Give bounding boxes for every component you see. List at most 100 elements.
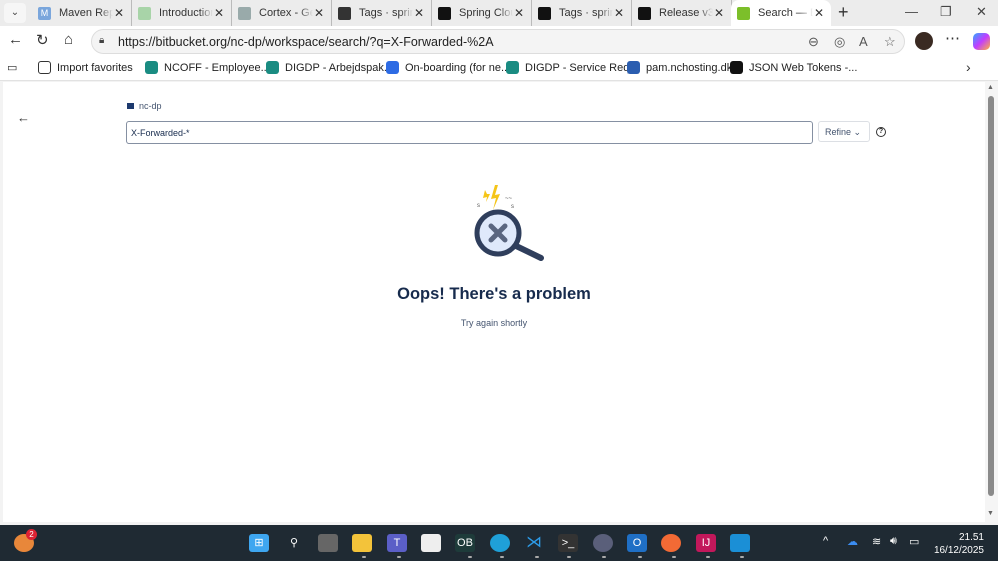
profile-avatar[interactable] xyxy=(915,32,933,50)
page-content: ← nc-dp X-Forwarded-* Refine ⌄ ? s ~~ s … xyxy=(3,82,985,522)
battery-icon[interactable]: ▭ xyxy=(909,535,919,548)
tab-title: Cortex - General xyxy=(259,7,313,19)
browser-tab[interactable]: Introduction ✕ xyxy=(132,0,232,26)
lock-icon[interactable]: 🔒︎ xyxy=(99,35,104,46)
favorite-label: DIGDP - Arbejdspak... xyxy=(285,61,394,74)
tab-favicon-icon xyxy=(238,6,251,20)
remote-desktop-icon[interactable] xyxy=(730,534,750,552)
time: 21.51 xyxy=(958,532,984,543)
outlook-icon[interactable]: O xyxy=(627,534,647,552)
favorite-icon xyxy=(266,61,279,74)
close-tab-icon[interactable]: ✕ xyxy=(213,6,225,20)
favorite-item[interactable]: DIGDP - Arbejdspak... xyxy=(266,61,393,74)
task-view-icon[interactable] xyxy=(318,534,338,552)
read-aloud-icon[interactable]: A xyxy=(859,34,868,49)
date: 16/12/2025 xyxy=(933,545,984,556)
tab-actions-menu[interactable]: ⌄ xyxy=(4,3,26,23)
minimize-button[interactable]: — xyxy=(905,4,918,19)
more-menu-icon[interactable]: ⋯ xyxy=(945,29,960,47)
favorite-item[interactable]: NCOFF - Employee... xyxy=(145,61,270,74)
tab-active[interactable]: Search — Bitbucket✕ xyxy=(731,0,831,26)
url-text[interactable]: https://bitbucket.org/nc-dp/workspace/se… xyxy=(118,35,494,49)
browser-tab[interactable]: Tags · spring✕ xyxy=(532,0,632,26)
running-indicator xyxy=(706,556,710,558)
clock[interactable]: 21.51 16/12/2025 xyxy=(934,531,984,557)
search-input[interactable]: X-Forwarded-* xyxy=(126,121,813,144)
edge-icon[interactable] xyxy=(490,534,510,552)
home-icon[interactable]: ⌂ xyxy=(64,31,73,48)
close-tab-icon[interactable]: ✕ xyxy=(813,6,825,20)
favorite-item[interactable]: Import favorites xyxy=(38,61,133,74)
running-indicator xyxy=(362,556,366,558)
running-indicator xyxy=(468,556,472,558)
restore-button[interactable]: ❐ xyxy=(940,4,952,20)
favorite-star-icon[interactable]: ☆ xyxy=(884,34,896,50)
browser-tab[interactable]: Release v3.5✕ xyxy=(632,0,732,26)
postman-icon[interactable] xyxy=(661,534,681,552)
favorite-label: On-boarding (for ne... xyxy=(405,61,511,74)
close-tab-icon[interactable]: ✕ xyxy=(713,6,725,20)
wifi-icon[interactable]: ≋ xyxy=(872,535,881,548)
search-icon[interactable]: ⚲ xyxy=(284,534,304,552)
onedrive-icon[interactable]: ☁ xyxy=(847,535,858,548)
copilot-icon[interactable] xyxy=(973,33,990,50)
more-favorites-chevron-icon[interactable]: › xyxy=(966,59,971,75)
favorite-icon xyxy=(38,61,51,74)
close-window-button[interactable]: ✕ xyxy=(976,4,987,20)
svg-text:~~: ~~ xyxy=(505,196,513,202)
favorite-item[interactable]: On-boarding (for ne... xyxy=(386,61,510,74)
browser-tab[interactable]: M Maven Repository✕ xyxy=(32,0,132,26)
vscode-icon[interactable]: ⋊ xyxy=(524,534,544,552)
scrollbar-thumb[interactable] xyxy=(988,96,994,496)
file-explorer-icon[interactable] xyxy=(352,534,372,552)
error-title: Oops! There's a problem xyxy=(397,285,591,303)
scroll-down-icon[interactable]: ▼ xyxy=(987,510,994,517)
help-icon[interactable]: ? xyxy=(876,127,886,137)
favorite-item[interactable]: DIGDP - Service Req... xyxy=(506,61,639,74)
close-tab-icon[interactable]: ✕ xyxy=(413,6,425,20)
browser-tab[interactable]: Cortex - General✕ xyxy=(232,0,332,26)
scroll-up-icon[interactable]: ▲ xyxy=(987,84,994,91)
back-arrow-icon[interactable]: ← xyxy=(17,110,30,125)
zoom-icon[interactable]: ⊖ xyxy=(808,34,819,50)
close-tab-icon[interactable]: ✕ xyxy=(313,6,325,20)
weather-badge: 2 xyxy=(26,529,37,540)
favorite-icon xyxy=(145,61,158,74)
back-icon[interactable]: ← xyxy=(8,31,23,48)
error-subtitle: Try again shortly xyxy=(460,318,528,328)
refine-button[interactable]: Refine ⌄ xyxy=(818,121,870,142)
browser-tab[interactable]: Spring Cloud✕ xyxy=(432,0,532,26)
show-hidden-icons-chevron[interactable]: ^ xyxy=(823,535,828,547)
search-error-illustration: s ~~ s xyxy=(474,185,544,261)
ob-app-icon[interactable]: OB xyxy=(455,534,475,552)
tab-title: Tags · spring xyxy=(559,7,613,19)
running-indicator xyxy=(740,556,744,558)
running-indicator xyxy=(602,556,606,558)
keepass-icon[interactable] xyxy=(593,534,613,552)
tab-bar: ⌄ MMaven Repository✕Introduction✕Cortex … xyxy=(0,0,998,26)
tracking-prevention-icon[interactable]: ◎ xyxy=(834,34,845,50)
snipping-tool-icon[interactable] xyxy=(421,534,441,552)
start-icon[interactable]: ⊞ xyxy=(249,534,269,552)
intellij-icon[interactable]: IJ xyxy=(696,534,716,552)
page-scrollbar[interactable]: ▲ ▼ xyxy=(985,82,998,522)
close-tab-icon[interactable]: ✕ xyxy=(613,6,625,20)
favorite-item[interactable]: pam.nchosting.dk xyxy=(627,61,732,74)
address-bar[interactable]: 🔒︎ https://bitbucket.org/nc-dp/workspace… xyxy=(91,29,905,54)
close-tab-icon[interactable]: ✕ xyxy=(113,6,125,20)
workspace-name[interactable]: nc-dp xyxy=(139,101,162,111)
browser-tab[interactable]: Tags · spring✕ xyxy=(332,0,432,26)
tab-favicon-icon xyxy=(438,6,451,20)
volume-icon[interactable]: 🔊︎ xyxy=(890,535,897,548)
favorite-item[interactable]: JSON Web Tokens -... xyxy=(730,61,857,74)
collections-icon[interactable]: ▭ xyxy=(7,61,17,74)
close-tab-icon[interactable]: ✕ xyxy=(513,6,525,20)
terminal-icon[interactable]: >_ xyxy=(558,534,578,552)
refresh-icon[interactable]: ↻ xyxy=(36,31,49,49)
workspace-breadcrumb[interactable]: nc-dp xyxy=(127,101,162,111)
tab-title: Search — Bitbucket xyxy=(758,7,813,19)
teams-icon[interactable]: T xyxy=(387,534,407,552)
tab-title: Maven Repository xyxy=(59,7,113,19)
tab-favicon-icon xyxy=(538,6,551,20)
new-tab-button[interactable]: + xyxy=(838,2,849,23)
